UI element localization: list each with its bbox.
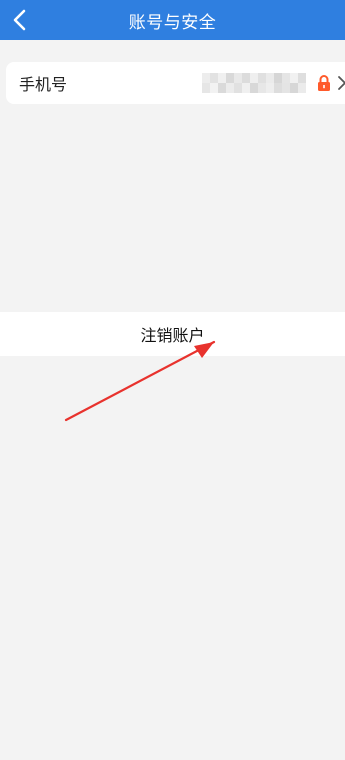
- masked-phone-value: [202, 73, 306, 93]
- phone-number-row[interactable]: 手机号: [6, 62, 345, 104]
- top-bar: 账号与安全: [0, 0, 345, 40]
- phone-number-label: 手机号: [19, 75, 68, 94]
- lock-icon: [318, 75, 330, 91]
- cancel-account-button[interactable]: 注销账户: [0, 312, 345, 356]
- chevron-right-icon: [338, 76, 345, 90]
- cancel-account-label: 注销账户: [140, 326, 205, 345]
- page-title: 账号与安全: [128, 12, 217, 33]
